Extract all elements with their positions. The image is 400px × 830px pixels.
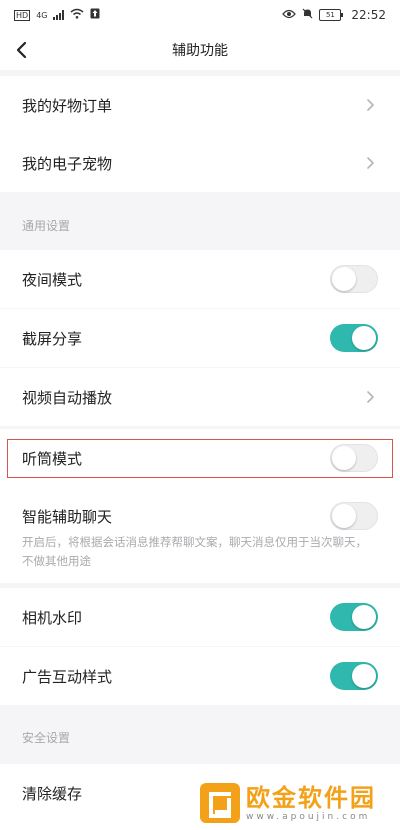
watermark-brand: 欧金软件园: [246, 783, 376, 812]
watermark-text: 欧金软件园 www.apoujin.com: [246, 784, 376, 822]
chevron-right-icon: [367, 157, 374, 169]
setting-screenshot-share: 截屏分享: [0, 309, 400, 367]
setting-label: 相机水印: [22, 608, 83, 627]
list-item-electronic-pet[interactable]: 我的电子宠物: [0, 134, 400, 192]
setting-label: 智能辅助聊天: [22, 507, 113, 526]
upload-icon: [90, 8, 100, 22]
smart-chat-toggle[interactable]: [330, 502, 378, 530]
setting-smart-chat: 智能辅助聊天 开启后，将根据会话消息推荐帮聊文案，聊天消息仅用于当次聊天，不做其…: [0, 487, 400, 583]
setting-label: 视频自动播放: [22, 388, 113, 407]
status-bar: HD 4G 51 22:52: [0, 0, 400, 30]
setting-video-autoplay[interactable]: 视频自动播放: [0, 368, 400, 426]
night-mode-toggle[interactable]: [330, 265, 378, 293]
toggle-knob: [352, 664, 376, 688]
setting-label: 听筒模式: [22, 449, 83, 468]
clock: 22:52: [351, 8, 386, 22]
list-item-label: 我的电子宠物: [22, 154, 113, 173]
toggle-knob: [332, 267, 356, 291]
section-header-security: 安全设置: [0, 717, 400, 757]
wifi-icon: [70, 8, 84, 22]
signal-icon: [53, 10, 65, 20]
list-item-goods-orders[interactable]: 我的好物订单: [0, 76, 400, 134]
setting-night-mode: 夜间模式: [0, 250, 400, 308]
ad-interaction-toggle[interactable]: [330, 662, 378, 690]
watermark: 欧金软件园 www.apoujin.com: [200, 775, 400, 830]
mute-bell-icon: [302, 8, 313, 22]
hd-badge: HD: [14, 9, 31, 21]
setting-label: 截屏分享: [22, 329, 83, 348]
setting-description: 开启后，将根据会话消息推荐帮聊文案，聊天消息仅用于当次聊天，不做其他用途: [22, 535, 367, 568]
watermark-logo-icon: [200, 782, 240, 823]
camera-watermark-toggle[interactable]: [330, 603, 378, 631]
section-header-general: 通用设置: [0, 205, 400, 245]
chevron-left-icon: [16, 41, 27, 59]
chevron-right-icon: [367, 391, 374, 403]
watermark-url: www.apoujin.com: [246, 811, 371, 822]
toggle-knob: [352, 326, 376, 350]
setting-earpiece-mode: 听筒模式: [0, 429, 400, 487]
status-bar-left: HD 4G: [14, 8, 100, 22]
status-bar-right: 51 22:52: [282, 8, 386, 22]
toggle-knob: [332, 504, 356, 528]
battery-icon: 51: [319, 9, 344, 21]
toggle-knob: [332, 446, 356, 470]
screenshot-share-toggle[interactable]: [330, 324, 378, 352]
setting-label: 夜间模式: [22, 270, 83, 289]
back-button[interactable]: [10, 38, 34, 62]
chevron-right-icon: [367, 99, 374, 111]
setting-ad-interaction: 广告互动样式: [0, 647, 400, 705]
page-title: 辅助功能: [172, 43, 228, 59]
eye-icon: [282, 8, 297, 22]
setting-label: 广告互动样式: [22, 667, 113, 686]
setting-camera-watermark: 相机水印: [0, 588, 400, 646]
list-item-label: 我的好物订单: [22, 96, 113, 115]
setting-label: 清除缓存: [22, 784, 83, 803]
network-type: 4G: [36, 10, 48, 20]
navigation-bar: 辅助功能: [0, 30, 400, 70]
toggle-knob: [352, 605, 376, 629]
earpiece-mode-toggle[interactable]: [330, 444, 378, 472]
